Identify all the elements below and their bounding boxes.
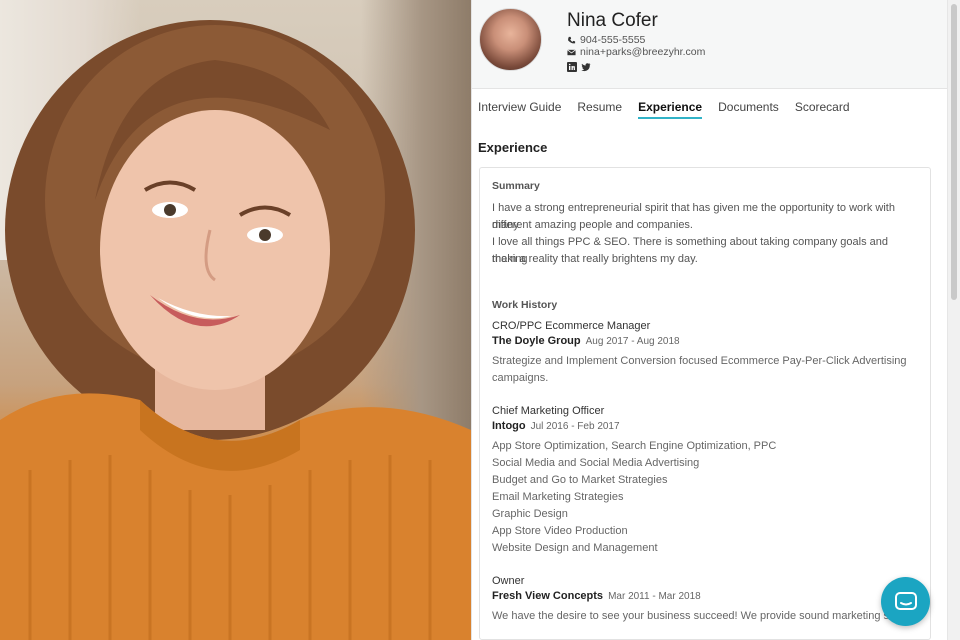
job-title: CRO/PPC Ecommerce Manager: [492, 320, 651, 332]
phone-icon: [568, 36, 576, 43]
email-row[interactable]: nina+parks@breezyhr.com: [567, 46, 705, 58]
section-title: Experience: [478, 140, 548, 155]
phone-row[interactable]: 904-555-5555: [567, 34, 645, 46]
avatar[interactable]: [479, 8, 542, 71]
experience-card: Summary I have a strong entrepreneurial …: [479, 167, 931, 640]
company-name: Fresh View Concepts: [492, 590, 604, 602]
candidate-photo: [0, 0, 471, 640]
tab-documents[interactable]: Documents: [718, 100, 779, 119]
social-links: [567, 62, 591, 72]
profile-header: Nina Cofer 904-555-5555 nina+parks@breez…: [472, 0, 948, 89]
profile-tabs: Interview Guide Resume Experience Docume…: [478, 100, 866, 119]
linkedin-icon[interactable]: [567, 62, 577, 72]
job-description-line: Budget and Go to Market Strategies: [492, 474, 668, 486]
candidate-profile-panel: Nina Cofer 904-555-5555 nina+parks@breez…: [471, 0, 948, 640]
job-company-line: The Doyle Group Aug 2017 - Aug 2018: [492, 335, 680, 347]
phone-number: 904-555-5555: [580, 34, 646, 46]
job-title: Chief Marketing Officer: [492, 405, 605, 417]
scrollbar[interactable]: [947, 0, 960, 640]
company-name: The Doyle Group: [492, 335, 581, 347]
job-description-line: App Store Optimization, Search Engine Op…: [492, 440, 777, 452]
scrollbar-thumb[interactable]: [951, 4, 957, 300]
twitter-icon[interactable]: [581, 62, 591, 72]
portrait-illustration: [0, 20, 471, 640]
tab-experience[interactable]: Experience: [638, 100, 703, 119]
chat-icon: [894, 591, 917, 610]
company-name: Intogo: [492, 420, 526, 432]
tab-scorecard[interactable]: Scorecard: [795, 100, 850, 119]
summary-line: them a reality that really brightens my …: [492, 253, 698, 265]
job-dates: Aug 2017 - Aug 2018: [585, 336, 680, 347]
job-description-line: Email Marketing Strategies: [492, 491, 624, 503]
work-history-label: Work History: [492, 299, 558, 311]
job-company-line: Intogo Jul 2016 - Feb 2017: [492, 420, 620, 432]
summary-label: Summary: [492, 180, 540, 192]
job-title: Owner: [492, 575, 525, 587]
job-company-line: Fresh View Concepts Mar 2011 - Mar 2018: [492, 590, 701, 602]
candidate-name: Nina Cofer: [567, 10, 658, 31]
chat-button[interactable]: [881, 577, 930, 626]
job-dates: Jul 2016 - Feb 2017: [530, 421, 620, 432]
job-description-line: App Store Video Production: [492, 525, 628, 537]
job-description-line: Strategize and Implement Conversion focu…: [492, 355, 907, 367]
job-dates: Mar 2011 - Mar 2018: [608, 591, 701, 602]
tab-resume[interactable]: Resume: [577, 100, 622, 119]
job-description-line: We have the desire to see your business …: [492, 610, 904, 622]
envelope-icon: [567, 49, 576, 55]
summary-line: different amazing people and companies.: [492, 219, 693, 231]
job-description-line: Website Design and Management: [492, 542, 658, 554]
job-description-line: Graphic Design: [492, 508, 568, 520]
email-address: nina+parks@breezyhr.com: [580, 46, 706, 58]
job-description-line: campaigns.: [492, 372, 549, 384]
tab-interview-guide[interactable]: Interview Guide: [478, 100, 561, 119]
job-description-line: Social Media and Social Media Advertisin…: [492, 457, 700, 469]
